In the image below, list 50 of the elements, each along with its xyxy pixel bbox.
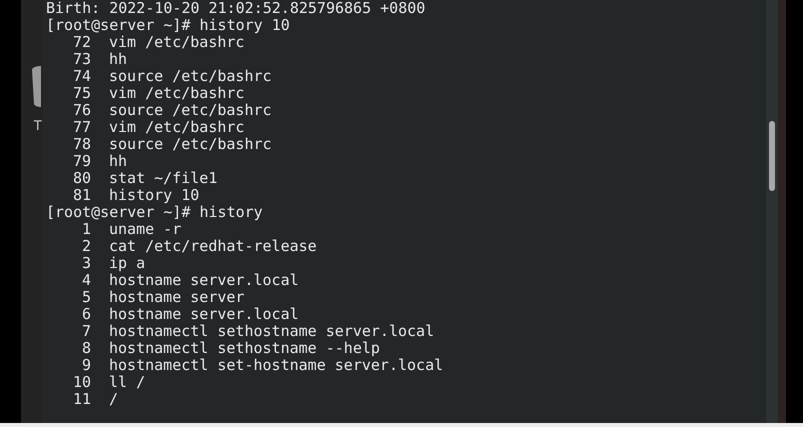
history-number: 72	[72, 34, 91, 51]
command-text: history	[200, 204, 263, 221]
command-text: history 10	[200, 17, 290, 34]
command-text: source /etc/bashrc	[109, 102, 272, 119]
command-text: hh	[109, 153, 128, 170]
scrollbar-thumb[interactable]	[769, 121, 775, 191]
history-number: 80	[72, 170, 91, 187]
command-text: hostnamectl set-hostname server.local	[109, 357, 444, 374]
history-number: 77	[72, 119, 91, 136]
shell-prompt: [root@server ~]#	[46, 17, 190, 34]
history-number: 3	[80, 255, 91, 272]
command-text: ip a	[109, 255, 146, 272]
history-number: 79	[72, 153, 91, 170]
trash-icon[interactable]	[31, 64, 41, 108]
command-text: hostname server	[109, 289, 244, 306]
history-number: 78	[72, 136, 91, 153]
history-number: 10	[72, 374, 91, 391]
command-text: cat /etc/redhat-release	[109, 238, 317, 255]
command-text: source /etc/bashrc	[109, 68, 272, 85]
command-text: vim /etc/bashrc	[109, 85, 244, 102]
command-text: vim /etc/bashrc	[109, 34, 244, 51]
history-number: 2	[80, 238, 91, 255]
history-number: 75	[72, 85, 91, 102]
history-number: 76	[72, 102, 91, 119]
command-text: hostname server.local	[109, 306, 299, 323]
command-text: /	[109, 391, 118, 408]
shell-prompt: [root@server ~]#	[46, 204, 190, 221]
command-text: uname -r	[109, 221, 182, 238]
history-number: 5	[80, 289, 91, 306]
command-text: hostnamectl sethostname --help	[109, 340, 380, 357]
output-line: Birth: 2022-10-20 21:02:52.825796865 +0800	[46, 0, 426, 17]
history-number: 7	[80, 323, 91, 340]
command-text: hostname server.local	[109, 272, 299, 289]
history-number: 1	[80, 221, 91, 238]
history-number: 6	[80, 306, 91, 323]
history-number: 81	[72, 187, 91, 204]
history-number: 8	[80, 340, 91, 357]
history-number: 11	[72, 391, 91, 408]
command-text: stat ~/file1	[109, 170, 218, 187]
command-text: history 10	[109, 187, 200, 204]
desktop-icon-label[interactable]: T	[33, 118, 42, 132]
history-number: 74	[72, 68, 91, 85]
history-number: 73	[72, 51, 91, 68]
history-number: 9	[80, 357, 91, 374]
command-text: vim /etc/bashrc	[109, 119, 244, 136]
command-text: hostnamectl sethostname server.local	[109, 323, 434, 340]
command-text: ll /	[109, 374, 146, 391]
history-number: 4	[80, 272, 91, 289]
command-text: source /etc/bashrc	[109, 136, 272, 153]
command-text: hh	[109, 51, 128, 68]
